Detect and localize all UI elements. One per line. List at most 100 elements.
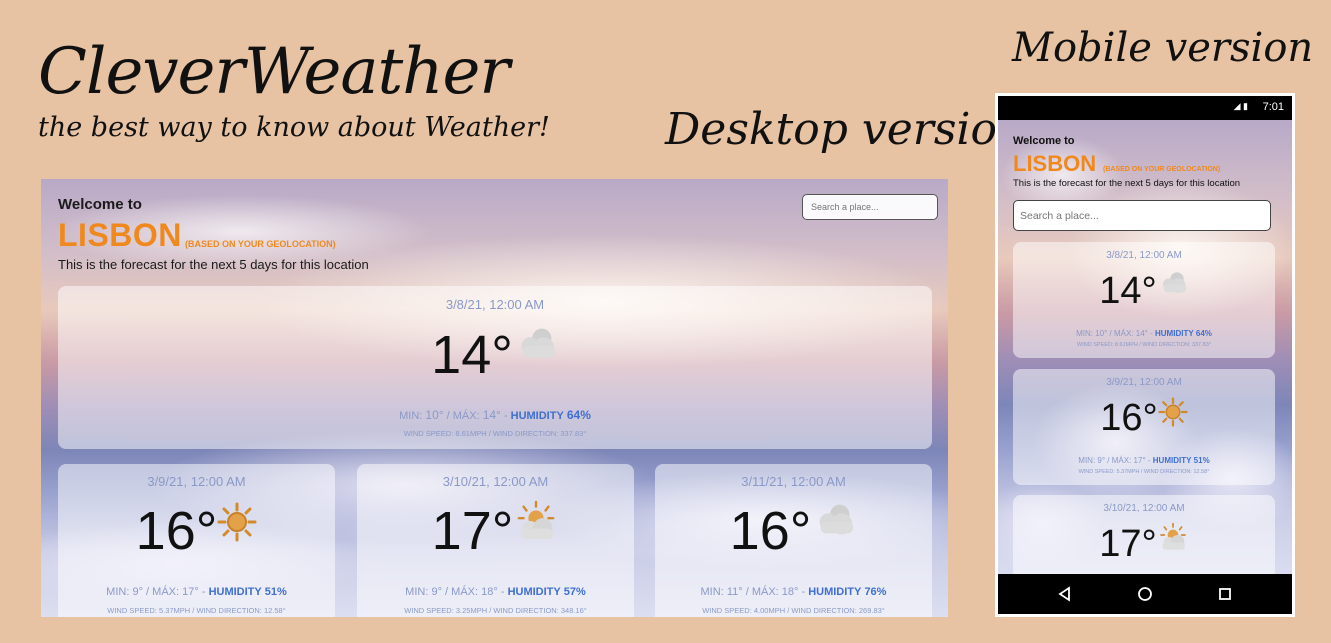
- min-temp: 9°: [431, 586, 442, 598]
- android-nav-bar: [998, 574, 1292, 614]
- humidity-value: 57%: [563, 586, 586, 598]
- max-temp: 17°: [1133, 456, 1146, 465]
- sun-icon: [217, 502, 257, 542]
- city-name: LISBON: [1013, 151, 1097, 176]
- recents-icon[interactable]: [1216, 585, 1234, 603]
- mobile-screen: Welcome to LISBON (BASED ON YOUR GEOLOCA…: [998, 120, 1292, 580]
- max-label: MÁX:: [452, 410, 480, 422]
- search-input[interactable]: [1013, 200, 1271, 231]
- max-temp: 14°: [1135, 329, 1148, 338]
- forecast-stats: MIN: 9° / MÁX: 17° - HUMIDITY 51%: [106, 586, 287, 598]
- max-label: MÁX:: [1113, 329, 1134, 338]
- mobile-version-label: Mobile version: [1012, 25, 1314, 71]
- forecast-card: 3/8/21, 12:00 AM 14° MIN: 10° / MÁX: 14°…: [58, 286, 932, 449]
- forecast-subtitle: This is the forecast for the next 5 days…: [58, 257, 369, 272]
- forecast-date: 3/8/21, 12:00 AM: [445, 297, 545, 312]
- max-label: MÁX:: [451, 586, 479, 598]
- cloudy-icon: [811, 500, 857, 540]
- forecast-date: 3/10/21, 12:00 AM: [442, 474, 549, 489]
- humidity-value: 76%: [864, 586, 887, 598]
- back-icon[interactable]: [1056, 585, 1074, 603]
- max-temp: 18°: [781, 586, 799, 598]
- forecast-temperature: 17°: [1099, 523, 1157, 565]
- forecast-stats: MIN: 9° / MÁX: 17° - HUMIDITY 51%: [1078, 456, 1210, 465]
- min-temp: 10°: [1095, 329, 1108, 338]
- forecast-date: 3/9/21, 12:00 AM: [1106, 377, 1182, 388]
- forecast-stats: MIN: 9° / MÁX: 18° - HUMIDITY 57%: [405, 586, 586, 598]
- status-time: 7:01: [1262, 101, 1284, 113]
- min-temp: 9°: [1097, 456, 1106, 465]
- forecast-card: 3/9/21, 12:00 AM 16° MIN: 9° / MÁX: 17° …: [1013, 369, 1275, 485]
- min-label: MIN:: [700, 586, 724, 598]
- wind-info: WIND SPEED: 5.37MPH / WIND DIRECTION: 12…: [1078, 469, 1210, 475]
- humidity-label: HUMIDITY: [507, 586, 561, 598]
- forecast-card: 3/11/21, 12:00 AM 16° MIN: 11° / MÁX: 18…: [655, 464, 932, 617]
- min-temp: 10°: [425, 408, 444, 422]
- forecast-temperature: 14°: [1099, 270, 1157, 312]
- humidity-label: HUMIDITY: [1152, 456, 1192, 465]
- min-temp: 9°: [132, 586, 143, 598]
- forecast-stats: MIN: 10° / MÁX: 14° - HUMIDITY 64%: [399, 408, 591, 422]
- humidity-value: 64%: [1195, 329, 1212, 338]
- humidity-value: 51%: [1193, 456, 1210, 465]
- max-temp: 14°: [482, 408, 501, 422]
- forecast-date: 3/8/21, 12:00 AM: [1106, 250, 1182, 261]
- forecast-subtitle: This is the forecast for the next 5 days…: [1013, 178, 1241, 189]
- geolocation-note: (BASED ON YOUR GEOLOCATION): [1103, 166, 1221, 173]
- humidity-value: 64%: [566, 408, 591, 422]
- max-temp: 18°: [481, 586, 498, 598]
- max-label: MÁX:: [152, 586, 180, 598]
- search-input[interactable]: [802, 194, 938, 220]
- forecast-date: 3/10/21, 12:00 AM: [1103, 503, 1185, 514]
- wind-info: WIND SPEED: 3.25MPH / WIND DIRECTION: 34…: [404, 606, 587, 615]
- mobile-app-screenshot: ◢ ▮ 7:01 Welcome to LISBON (BASED ON YOU…: [995, 93, 1295, 617]
- desktop-app-screenshot: Welcome to LISBON (BASED ON YOUR GEOLOCA…: [41, 179, 948, 617]
- desktop-version-label: Desktop version: [665, 104, 1026, 155]
- forecast-temperature: 16°: [135, 501, 218, 561]
- brand-title: CleverWeather: [38, 35, 510, 109]
- welcome-text: Welcome to: [58, 196, 142, 213]
- wind-info: WIND SPEED: 5.37MPH / WIND DIRECTION: 12…: [107, 606, 286, 615]
- min-label: MIN:: [1076, 329, 1093, 338]
- forecast-stats: MIN: 10° / MÁX: 14° - HUMIDITY 64%: [1076, 329, 1212, 338]
- cloudy-icon: [513, 324, 559, 364]
- signal-battery-icon: ◢ ▮: [1233, 101, 1248, 111]
- sun-icon: [1158, 397, 1188, 427]
- min-label: MIN:: [399, 410, 423, 422]
- forecast-card: 3/10/21, 12:00 AM 17°: [1013, 495, 1275, 580]
- min-temp: 11°: [726, 586, 743, 598]
- forecast-temperature: 16°: [1100, 397, 1158, 439]
- forecast-card: 3/8/21, 12:00 AM 14° MIN: 10° / MÁX: 14°…: [1013, 242, 1275, 358]
- forecast-stats: MIN: 11° / MÁX: 18° - HUMIDITY 76%: [700, 586, 887, 598]
- min-label: MIN:: [106, 586, 130, 598]
- max-temp: 17°: [182, 586, 199, 598]
- humidity-label: HUMIDITY: [510, 410, 564, 422]
- partly-cloudy-icon: [513, 500, 559, 542]
- home-icon[interactable]: [1136, 585, 1154, 603]
- forecast-temperature: 14°: [431, 325, 513, 385]
- forecast-date: 3/9/21, 12:00 AM: [147, 474, 246, 489]
- min-label: MIN:: [405, 586, 429, 598]
- city-name: LISBON: [58, 217, 182, 253]
- forecast-date: 3/11/21, 12:00 AM: [741, 474, 846, 489]
- forecast-card: 3/10/21, 12:00 AM 17° MIN: 9° / MÁX: 18°…: [357, 464, 634, 617]
- humidity-label: HUMIDITY: [808, 586, 862, 598]
- cloudy-icon: [1157, 269, 1189, 297]
- welcome-text: Welcome to: [1013, 135, 1075, 147]
- humidity-label: HUMIDITY: [208, 586, 262, 598]
- max-label: MÁX:: [751, 586, 779, 598]
- min-label: MIN:: [1078, 456, 1096, 465]
- forecast-temperature: 17°: [431, 501, 514, 561]
- partly-cloudy-icon: [1157, 522, 1189, 552]
- brand-tagline: the best way to know about Weather!: [38, 112, 550, 143]
- geolocation-note: (BASED ON YOUR GEOLOCATION): [185, 239, 336, 249]
- wind-info: WIND SPEED: 8.61MPH / WIND DIRECTION: 33…: [1077, 342, 1211, 348]
- humidity-label: HUMIDITY: [1155, 329, 1194, 338]
- wind-info: WIND SPEED: 8.61MPH / WIND DIRECTION: 33…: [403, 429, 587, 438]
- forecast-card: 3/9/21, 12:00 AM 16° MIN: 9° / MÁX: 17° …: [58, 464, 335, 617]
- forecast-temperature: 16°: [729, 501, 812, 561]
- humidity-value: 51%: [264, 586, 287, 598]
- status-bar: ◢ ▮ 7:01: [998, 96, 1292, 120]
- max-label: MÁX:: [1111, 456, 1132, 465]
- wind-info: WIND SPEED: 4.00MPH / WIND DIRECTION: 26…: [702, 606, 885, 615]
